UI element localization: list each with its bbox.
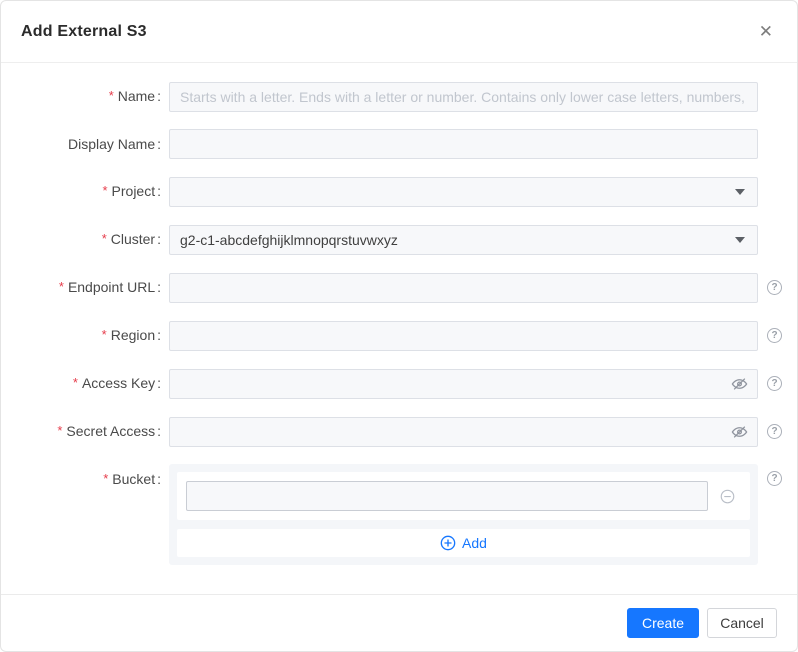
required-marker: * <box>57 423 63 438</box>
help-icon[interactable]: ? <box>767 328 782 343</box>
cluster-label: * Cluster: <box>101 231 161 247</box>
required-marker: * <box>108 88 114 103</box>
form-row-access-key: * Access Key: ? <box>1 368 797 399</box>
create-button[interactable]: Create <box>627 608 699 638</box>
cluster-select[interactable]: g2-c1-abcdefghijklmnopqrstuvwxyz <box>169 224 758 255</box>
cancel-button[interactable]: Cancel <box>707 608 777 638</box>
add-external-s3-dialog: Add External S3 ✕ *Name: Display Name: <box>0 0 798 652</box>
help-icon[interactable]: ? <box>767 471 782 486</box>
access-key-label: * Access Key: <box>72 375 161 391</box>
project-label: * Project: <box>102 183 161 199</box>
endpoint-url-label: * Endpoint URL: <box>58 279 161 295</box>
help-icon[interactable]: ? <box>767 424 782 439</box>
required-marker: * <box>102 183 108 198</box>
eye-slash-icon[interactable] <box>731 375 748 392</box>
endpoint-url-input[interactable] <box>169 272 758 303</box>
form-row-project: * Project: <box>1 176 797 207</box>
display-name-input[interactable] <box>169 129 758 159</box>
cluster-selected-value: g2-c1-abcdefghijklmnopqrstuvwxyz <box>180 231 398 248</box>
access-key-input[interactable] <box>169 368 758 399</box>
form-row-bucket: * Bucket: Add ? <box>1 464 797 565</box>
form-row-display-name: Display Name: <box>1 129 797 159</box>
name-input[interactable] <box>169 81 758 112</box>
add-bucket-button[interactable]: Add <box>177 529 750 557</box>
name-label: * Name: <box>108 88 161 104</box>
plus-circle-icon <box>440 535 456 551</box>
bucket-input[interactable] <box>186 481 708 511</box>
required-marker: * <box>101 327 107 342</box>
chevron-down-icon <box>735 188 745 195</box>
secret-access-label: * Secret Access: <box>57 423 161 439</box>
bucket-list-panel: Add <box>169 464 758 565</box>
form-row-cluster: * Cluster: g2-c1-abcdefghijklmnopqrstuvwx… <box>1 224 797 255</box>
eye-slash-icon[interactable] <box>731 423 748 440</box>
secret-access-input[interactable] <box>169 416 758 447</box>
help-icon[interactable]: ? <box>767 280 782 295</box>
project-select[interactable] <box>169 176 758 207</box>
display-name-label: Display Name: <box>67 136 161 152</box>
form-row-name: * Name: <box>1 81 797 112</box>
dialog-header: Add External S3 ✕ <box>1 1 797 63</box>
form-row-secret-access: * Secret Access: ? <box>1 416 797 447</box>
remove-bucket-button[interactable] <box>720 489 735 504</box>
close-icon[interactable]: ✕ <box>755 19 777 44</box>
dialog-footer: Create Cancel <box>1 594 797 651</box>
dialog-form: *Name: Display Name: *Project: <box>1 63 797 594</box>
region-label: * Region: <box>101 327 161 343</box>
form-row-region: * Region: ? <box>1 320 797 351</box>
required-marker: * <box>103 471 109 486</box>
chevron-down-icon <box>735 236 745 243</box>
required-marker: * <box>58 279 64 294</box>
help-icon[interactable]: ? <box>767 376 782 391</box>
form-row-endpoint-url: * Endpoint URL: ? <box>1 272 797 303</box>
required-marker: * <box>101 231 107 246</box>
region-input[interactable] <box>169 320 758 351</box>
bucket-item <box>177 472 750 520</box>
add-bucket-label: Add <box>462 535 487 551</box>
required-marker: * <box>72 375 78 390</box>
dialog-title: Add External S3 <box>21 22 147 40</box>
bucket-label: * Bucket: <box>103 471 161 487</box>
